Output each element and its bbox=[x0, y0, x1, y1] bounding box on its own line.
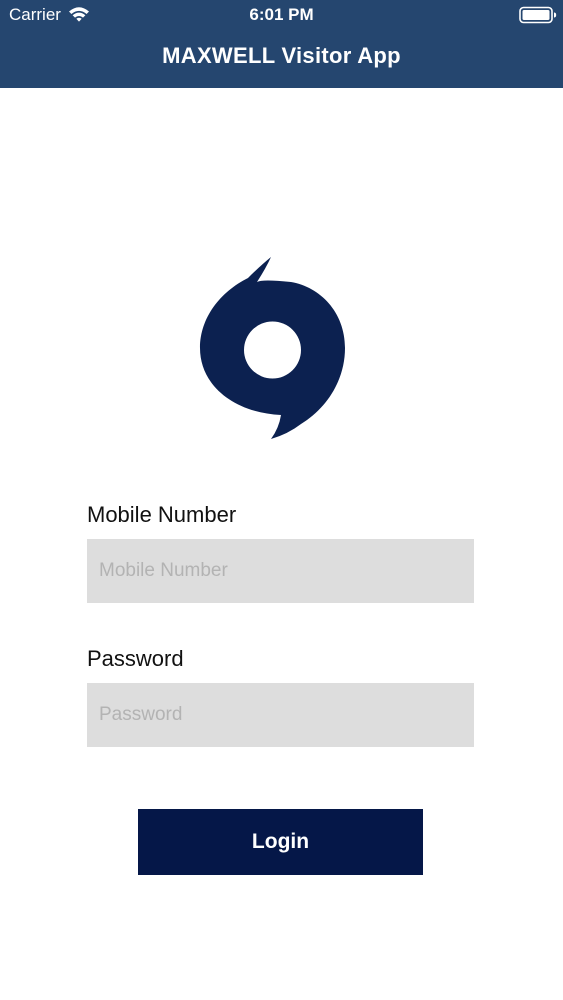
app-title: MAXWELL Visitor App bbox=[162, 43, 401, 68]
password-input[interactable] bbox=[87, 683, 474, 747]
status-time: 6:01 PM bbox=[249, 5, 314, 24]
mobile-number-input[interactable] bbox=[87, 539, 474, 603]
hurricane-logo-icon bbox=[200, 257, 345, 439]
login-button[interactable]: Login bbox=[138, 809, 423, 875]
password-label: Password bbox=[87, 646, 184, 671]
mobile-number-label: Mobile Number bbox=[87, 502, 237, 527]
status-bar: Carrier 6:01 PM bbox=[0, 0, 563, 30]
battery-full-icon bbox=[519, 6, 557, 24]
navigation-bar: Carrier 6:01 PM MAXWELL Visitor App bbox=[0, 0, 563, 88]
